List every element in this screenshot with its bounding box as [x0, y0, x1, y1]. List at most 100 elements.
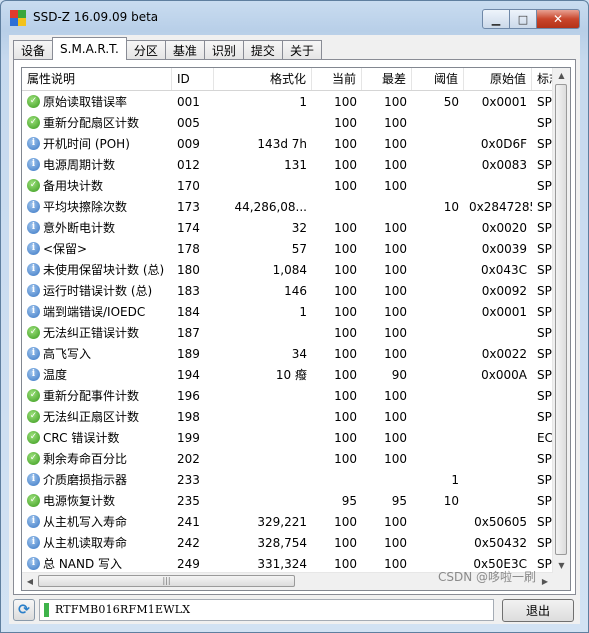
tab-smart[interactable]: S.M.A.R.T.	[52, 37, 127, 60]
table-row[interactable]: i未使用保留块计数 (总) 180 1,084 100 100 0x043C SP E	[22, 259, 553, 280]
column-header-name[interactable]: 属性说明	[22, 68, 172, 90]
attribute-worst: 100	[384, 241, 407, 256]
attribute-fmt: 131	[284, 157, 307, 172]
table-row[interactable]: ✓无法纠正扇区计数 198 100 100 SP E	[22, 406, 553, 427]
attribute-raw: 0x0001	[481, 94, 527, 109]
attribute-id: 009	[177, 136, 200, 151]
attribute-id: 173	[177, 199, 200, 214]
vertical-scroll-thumb[interactable]	[555, 84, 567, 555]
attribute-name: 高飞写入	[43, 347, 92, 361]
table-row[interactable]: i从主机写入寿命 241 329,221 100 100 0x50605 SP E	[22, 511, 553, 532]
attribute-name-cell: i 意外断电计数	[22, 219, 172, 236]
tab-identify[interactable]: 识别	[203, 40, 244, 60]
minimize-button[interactable]: ▁	[482, 9, 510, 29]
attribute-id: 012	[177, 157, 200, 172]
tab-submit[interactable]: 提交	[242, 40, 283, 60]
attribute-id: 170	[177, 178, 200, 193]
attribute-name: 运行时错误计数 (总)	[43, 284, 153, 298]
column-header-threshold[interactable]: 阈值	[412, 68, 464, 90]
column-header-current[interactable]: 当前	[312, 68, 362, 90]
attribute-cur: 100	[334, 388, 357, 403]
attribute-flag: SP E	[537, 535, 553, 550]
attribute-name-cell: ✓ 重新分配扇区计数	[22, 114, 172, 131]
attribute-worst: 100	[384, 262, 407, 277]
attribute-fmt: 328,754	[257, 535, 307, 550]
attribute-id: 194	[177, 367, 200, 382]
scroll-left-arrow-icon[interactable]: ◀	[22, 573, 38, 590]
attribute-id: 184	[177, 304, 200, 319]
attribute-worst: 100	[384, 346, 407, 361]
table-row[interactable]: ✓备用块计数 170 100 100 SP E	[22, 175, 553, 196]
attribute-worst: 100	[384, 325, 407, 340]
table-row[interactable]: ✓原始读取错误率 001 1 100 100 50 0x0001 SP E	[22, 91, 553, 112]
table-row[interactable]: i意外断电计数 174 32 100 100 0x0020 SP E	[22, 217, 553, 238]
list-header: 属性说明 ID 格式化 当前 最差 阈值 原始值 标志	[22, 68, 553, 91]
table-row[interactable]: ✓重新分配事件计数 196 100 100 SP E	[22, 385, 553, 406]
checkmark-status-icon: ✓	[27, 179, 40, 192]
drive-selector[interactable]: RTFMB016RFM1EWLX P/	[39, 599, 519, 621]
checkmark-status-icon: ✓	[27, 410, 40, 423]
tab-partitions[interactable]: 分区	[125, 40, 166, 60]
table-row[interactable]: i<保留> 178 57 100 100 0x0039 SP E	[22, 238, 553, 259]
table-row[interactable]: i端到端错误/IOEDC 184 1 100 100 0x0001 SP E	[22, 301, 553, 322]
table-row[interactable]: i温度 194 10 癈 100 90 0x000A SP E	[22, 364, 553, 385]
attribute-flag: SP E	[537, 262, 553, 277]
attribute-name-cell: i 端到端错误/IOEDC	[22, 303, 172, 320]
attribute-thr: 10	[443, 199, 459, 214]
vertical-scrollbar[interactable]: ▲ ▼	[552, 68, 570, 573]
attribute-fmt: 146	[284, 283, 307, 298]
title-bar[interactable]: SSD-Z 16.09.09 beta ▁ □ ✕	[1, 1, 588, 35]
tab-about[interactable]: 关于	[281, 40, 322, 60]
exit-button[interactable]: 退出	[502, 599, 574, 622]
attribute-raw: 0x000A	[481, 367, 527, 382]
smart-attributes-list[interactable]: 属性说明 ID 格式化 当前 最差 阈值 原始值 标志 ✓原始读取错误率0011…	[21, 67, 571, 591]
table-row[interactable]: i高飞写入 189 34 100 100 0x0022 SP E	[22, 343, 553, 364]
table-row[interactable]: i运行时错误计数 (总) 183 146 100 100 0x0092 SP E	[22, 280, 553, 301]
column-header-worst[interactable]: 最差	[362, 68, 412, 90]
attribute-worst: 100	[384, 94, 407, 109]
info-status-icon: i	[27, 137, 40, 150]
table-row[interactable]: i从主机读取寿命 242 328,754 100 100 0x50432 SP E	[22, 532, 553, 553]
maximize-button[interactable]: □	[510, 9, 536, 29]
table-row[interactable]: i开机时间 (POH) 009 143d 7h 100 100 0x0D6F SP E	[22, 133, 553, 154]
table-row[interactable]: i电源周期计数 012 131 100 100 0x0083 SP E	[22, 154, 553, 175]
column-header-formatted[interactable]: 格式化	[214, 68, 312, 90]
attribute-name-cell: i 温度	[22, 366, 172, 383]
attribute-cur: 100	[334, 556, 357, 571]
attribute-name-cell: i 平均块擦除次数	[22, 198, 172, 215]
attribute-id: 198	[177, 409, 200, 424]
horizontal-scroll-thumb[interactable]: |||	[38, 575, 295, 587]
tab-benchmark[interactable]: 基准	[164, 40, 205, 60]
attribute-flag: SP E	[537, 346, 553, 361]
refresh-button[interactable]: ⟳	[13, 599, 35, 621]
refresh-icon: ⟳	[18, 602, 30, 618]
list-rows: ✓原始读取错误率0011100100500x0001SP E✓重新分配扇区计数0…	[22, 91, 553, 574]
attribute-name-cell: ✓ 重新分配事件计数	[22, 387, 172, 404]
table-row[interactable]: ✓重新分配扇区计数 005 100 100 SP E	[22, 112, 553, 133]
attribute-worst: 100	[384, 451, 407, 466]
table-row[interactable]: ✓剩余寿命百分比 202 100 100 SP E	[22, 448, 553, 469]
column-header-flags[interactable]: 标志	[532, 68, 553, 90]
attribute-cur: 100	[334, 241, 357, 256]
scroll-down-arrow-icon[interactable]: ▼	[553, 558, 570, 573]
attribute-raw: 0x0001	[481, 304, 527, 319]
column-header-id[interactable]: ID	[172, 68, 214, 90]
table-row[interactable]: ✓无法纠正错误计数 187 100 100 SP E	[22, 322, 553, 343]
table-row[interactable]: i介质磨损指示器 233 1 SP E	[22, 469, 553, 490]
attribute-name: 平均块擦除次数	[43, 200, 128, 214]
attribute-cur: 100	[334, 262, 357, 277]
drive-model: RTFMB016RFM1EWLX	[55, 603, 191, 616]
scroll-right-arrow-icon[interactable]: ▶	[537, 573, 553, 590]
attribute-name: 从主机写入寿命	[43, 515, 128, 529]
tab-device[interactable]: 设备	[13, 40, 54, 60]
table-row[interactable]: ✓CRC 错误计数 199 100 100 EC C	[22, 427, 553, 448]
scroll-up-arrow-icon[interactable]: ▲	[553, 68, 570, 83]
attribute-name-cell: i 运行时错误计数 (总)	[22, 282, 172, 299]
close-icon: ✕	[552, 12, 564, 26]
close-button[interactable]: ✕	[536, 9, 580, 29]
attribute-name: 重新分配事件计数	[43, 389, 140, 403]
attribute-worst: 95	[391, 493, 407, 508]
column-header-raw[interactable]: 原始值	[464, 68, 532, 90]
table-row[interactable]: ✓电源恢复计数 235 95 95 10 SP E	[22, 490, 553, 511]
table-row[interactable]: i平均块擦除次数 173 44,286,08... 10 0x2847285... SP …	[22, 196, 553, 217]
